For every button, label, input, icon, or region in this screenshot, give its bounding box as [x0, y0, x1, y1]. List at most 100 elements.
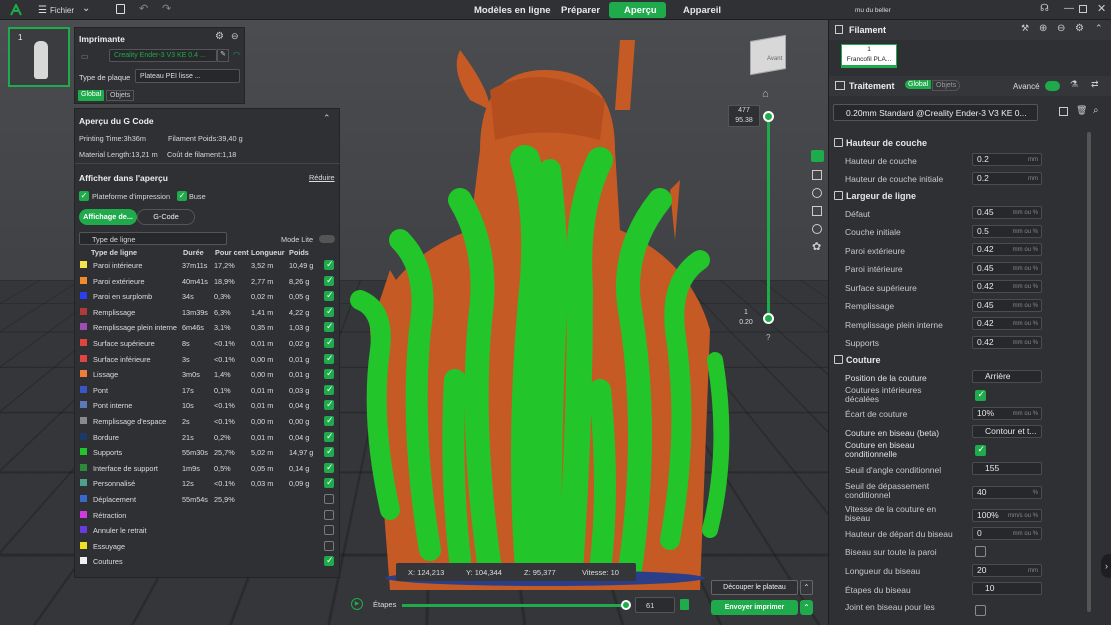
tab-prepare[interactable]: Préparer	[561, 5, 600, 16]
profile-save-icon[interactable]	[1059, 107, 1068, 116]
profile-delete-icon[interactable]: 🗑	[1076, 105, 1087, 116]
steps-layer-icon[interactable]	[680, 599, 689, 610]
line-visibility-checkbox[interactable]	[324, 446, 334, 458]
chevron-down-icon[interactable]: ⌄	[82, 3, 90, 14]
wifi-icon[interactable]: ◠	[233, 50, 240, 59]
undo-icon[interactable]: ↶	[139, 2, 148, 15]
filament-remove-icon[interactable]: ⊖	[1057, 23, 1065, 34]
scarf-start-input[interactable]: 0 mm ou %	[972, 527, 1042, 540]
play-icon[interactable]: ▶	[351, 598, 363, 610]
line-visibility-checkbox[interactable]	[324, 494, 334, 504]
steps-value-field[interactable]: 61	[635, 597, 675, 613]
printer-edit-icon[interactable]: ✎	[217, 49, 229, 62]
layer-slider-track[interactable]	[767, 117, 770, 317]
filament-add-icon[interactable]: ⊕	[1039, 23, 1047, 34]
table-row[interactable]: Paroi en surplomb 34s 0,3% 0,02 m 0,05 g	[78, 289, 338, 304]
close-icon[interactable]: ✕	[1097, 2, 1106, 15]
line-visibility-checkbox[interactable]	[324, 399, 334, 411]
sync-icon[interactable]: ⇄	[1091, 79, 1099, 90]
maximize-icon[interactable]	[1079, 5, 1087, 13]
gcode-mode-button[interactable]: G-Code	[137, 209, 195, 225]
profile-search-icon[interactable]: ⌕	[1093, 105, 1099, 116]
view-cube[interactable]	[750, 34, 786, 76]
line-visibility-checkbox[interactable]	[324, 462, 334, 473]
collapse-icon[interactable]: ⌃	[323, 113, 331, 124]
grid-icon[interactable]	[812, 170, 822, 180]
compare-icon[interactable]: ⚗	[1070, 79, 1078, 90]
line-visibility-checkbox[interactable]	[324, 353, 334, 364]
line-visibility-checkbox[interactable]	[324, 368, 334, 380]
home-icon[interactable]: ⌂	[762, 88, 769, 100]
table-row[interactable]: Interface de support 1m9s 0,5% 0,05 m 0,14 g	[78, 461, 338, 476]
send-menu-chevron-icon[interactable]: ⌃	[800, 600, 813, 615]
menu-icon[interactable]: ☰	[38, 5, 47, 16]
reduce-link[interactable]: Réduire	[309, 173, 335, 182]
line-visibility-checkbox[interactable]	[324, 525, 334, 536]
steps-slider-handle[interactable]	[621, 600, 631, 610]
first-layer-height-input[interactable]: 0.2 mm	[972, 172, 1042, 185]
printer-select[interactable]: Creality Ender-3 V3 KE 0.4 ...	[109, 49, 217, 62]
settings-scrollbar[interactable]	[1087, 132, 1091, 612]
line-visibility-checkbox[interactable]	[324, 555, 334, 567]
line-visibility-checkbox[interactable]	[324, 275, 334, 286]
printer-close-icon[interactable]: ⊖	[231, 31, 239, 42]
line-visibility-checkbox[interactable]	[324, 540, 334, 551]
settings-icon[interactable]	[812, 224, 822, 234]
flower-icon[interactable]: ✿	[812, 242, 821, 253]
table-row[interactable]: Surface supérieure 8s <0.1% 0,01 m 0,02 g	[78, 336, 338, 351]
table-row[interactable]: Lissage 3m0s 1,4% 0,00 m 0,01 g	[78, 367, 338, 382]
layer-height-input[interactable]: 0.2 mm	[972, 153, 1042, 166]
angle-threshold-input[interactable]: 155	[972, 462, 1042, 475]
printer-tab-global[interactable]: Global	[78, 90, 105, 101]
tab-device[interactable]: Appareil	[683, 5, 721, 16]
width-top-surface-input[interactable]: 0.42 mm ou %	[972, 280, 1042, 293]
filament-slot[interactable]: 1 Francofil PLA...	[841, 44, 897, 68]
scarf-steps-input[interactable]: 10	[972, 582, 1042, 595]
filament-settings-icon[interactable]: ⚙	[1075, 23, 1084, 34]
printer-tab-objects[interactable]: Objets	[106, 90, 135, 101]
table-row[interactable]: Paroi intérieure 37m11s 17,2% 3,52 m 10,49 g	[78, 258, 338, 273]
redo-icon[interactable]: ↷	[162, 2, 171, 15]
scarf-conditional-checkbox[interactable]	[975, 444, 986, 456]
profile-select[interactable]: 0.20mm Standard @Creality Ender-3 V3 KE …	[833, 104, 1038, 121]
process-tab-global[interactable]: Global	[905, 80, 932, 89]
file-menu[interactable]: Fichier	[50, 6, 74, 15]
table-row[interactable]: Remplissage 13m39s 6,3% 1,41 m 4,22 g	[78, 305, 338, 320]
scarf-whole-wall-checkbox[interactable]	[975, 546, 986, 557]
width-infill-input[interactable]: 0.45 mm ou %	[972, 299, 1042, 312]
width-first-layer-input[interactable]: 0.5 mm ou %	[972, 225, 1042, 238]
table-row[interactable]: Pont 17s 0,1% 0,01 m 0,03 g	[78, 383, 338, 398]
line-visibility-checkbox[interactable]	[324, 306, 334, 317]
side-arrow-icon[interactable]: ›	[1101, 554, 1111, 578]
table-row[interactable]: Remplissage plein interne 6m46s 3,1% 0,35 m…	[78, 320, 338, 335]
table-row[interactable]: Essuyage	[78, 539, 338, 554]
headset-icon[interactable]: ☊	[1040, 3, 1049, 14]
advanced-toggle[interactable]	[1045, 81, 1060, 91]
line-visibility-checkbox[interactable]	[324, 477, 334, 489]
display-mode-button[interactable]: Affichage de...	[79, 209, 137, 225]
process-tab-objects[interactable]: Objets	[932, 80, 961, 91]
table-row[interactable]: Annuler le retrait	[78, 523, 338, 538]
tab-online-models[interactable]: Modèles en ligne	[474, 5, 551, 16]
line-type-select[interactable]: Type de ligne	[79, 232, 227, 245]
scarf-speed-input[interactable]: 100% mm/s ou %	[972, 509, 1042, 522]
line-visibility-checkbox[interactable]	[324, 337, 334, 348]
layer-slider-top-handle[interactable]	[763, 111, 774, 122]
slice-plate-button[interactable]: Découper le plateau	[711, 580, 798, 595]
minimize-icon[interactable]: —	[1064, 3, 1074, 14]
table-row[interactable]: Bordure 21s 0,2% 0,01 m 0,04 g	[78, 430, 338, 445]
plate-type-select[interactable]: Plateau PEI lisse ...	[135, 69, 240, 83]
table-row[interactable]: Paroi extérieure 40m41s 18,9% 2,77 m 8,26 g	[78, 274, 338, 289]
line-visibility-checkbox[interactable]	[324, 290, 334, 302]
gauge-icon[interactable]	[812, 188, 822, 198]
width-inner-wall-input[interactable]: 0.45 mm ou %	[972, 262, 1042, 275]
show-nozzle-checkbox[interactable]: ✓	[177, 191, 187, 201]
table-row[interactable]: Déplacement 55m54s 25,9%	[78, 492, 338, 507]
table-row[interactable]: Remplissage d'espace 2s <0.1% 0,00 m 0,00 g	[78, 414, 338, 429]
line-visibility-checkbox[interactable]	[324, 431, 334, 442]
save-icon[interactable]	[116, 4, 125, 14]
show-platform-checkbox[interactable]: ✓	[79, 191, 89, 201]
line-visibility-checkbox[interactable]	[324, 321, 334, 333]
table-row[interactable]: Rétraction	[78, 508, 338, 523]
printer-settings-icon[interactable]: ⚙	[215, 31, 224, 42]
